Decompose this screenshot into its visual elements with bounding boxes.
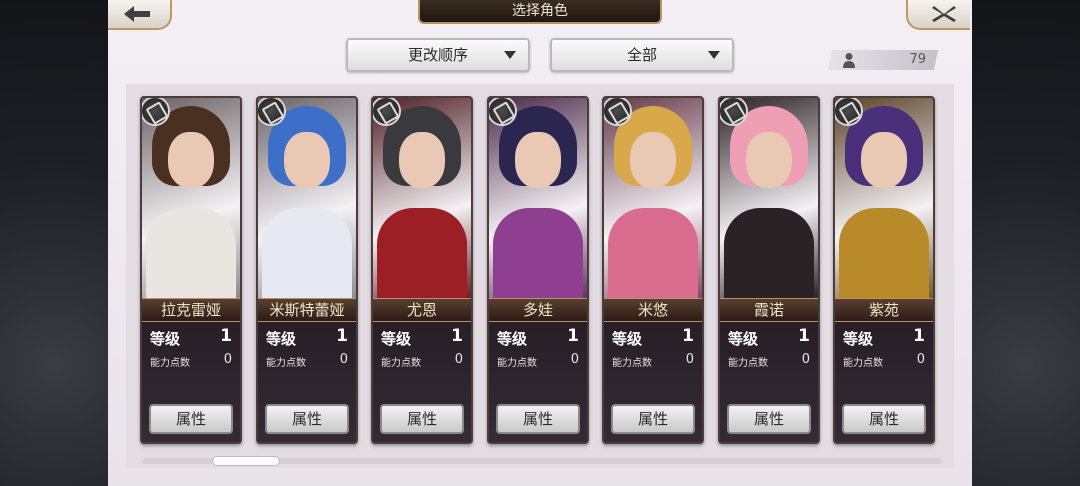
character-card[interactable]: 拉克雷娅 等级 1 能力点数 0 属性 xyxy=(140,96,242,444)
attributes-button[interactable]: 属性 xyxy=(265,404,349,434)
ability-points-label: 能力点数 xyxy=(497,358,537,369)
level-value: 1 xyxy=(913,326,925,346)
level-value: 1 xyxy=(682,326,694,346)
weapon-type-icon xyxy=(489,98,517,126)
back-arrow-icon xyxy=(124,6,150,22)
sort-order-label: 更改顺序 xyxy=(407,46,468,64)
ability-points-value: 0 xyxy=(801,352,810,367)
background-left xyxy=(0,0,110,486)
character-name: 米悠 xyxy=(604,298,702,322)
filter-dropdown[interactable]: 全部 xyxy=(550,38,734,72)
character-portrait xyxy=(835,98,933,298)
character-card[interactable]: 米斯特蕾娅 等级 1 能力点数 0 属性 xyxy=(256,96,358,444)
character-stats: 等级 1 能力点数 0 属性 xyxy=(489,322,587,442)
attributes-button[interactable]: 属性 xyxy=(727,404,811,434)
character-portrait xyxy=(489,98,587,298)
weapon-type-icon xyxy=(142,98,170,126)
level-label: 等级 xyxy=(266,330,297,348)
back-button[interactable] xyxy=(108,0,172,30)
character-name: 多娃 xyxy=(489,298,587,322)
character-stats: 等级 1 能力点数 0 属性 xyxy=(835,322,933,442)
close-button[interactable] xyxy=(906,0,970,30)
level-value: 1 xyxy=(336,326,348,346)
ability-points-label: 能力点数 xyxy=(612,358,652,369)
character-name: 紫苑 xyxy=(835,298,933,322)
weapon-type-icon xyxy=(258,98,286,126)
ability-points-label: 能力点数 xyxy=(266,358,306,369)
attributes-button[interactable]: 属性 xyxy=(611,404,695,434)
level-label: 等级 xyxy=(612,330,643,348)
chevron-down-icon xyxy=(504,51,516,59)
level-label: 等级 xyxy=(843,330,874,348)
attributes-button[interactable]: 属性 xyxy=(496,404,580,434)
character-portrait xyxy=(604,98,702,298)
character-card[interactable]: 米悠 等级 1 能力点数 0 属性 xyxy=(602,96,704,444)
character-portrait xyxy=(142,98,240,298)
ability-points-label: 能力点数 xyxy=(728,358,768,369)
ability-points-label: 能力点数 xyxy=(843,358,883,369)
character-stats: 等级 1 能力点数 0 属性 xyxy=(720,322,818,442)
character-name: 拉克雷娅 xyxy=(142,298,240,322)
attributes-button[interactable]: 属性 xyxy=(842,404,926,434)
level-label: 等级 xyxy=(150,330,181,348)
character-portrait xyxy=(720,98,818,298)
ability-points-value: 0 xyxy=(454,352,463,367)
character-portrait xyxy=(373,98,471,298)
character-card[interactable]: 尤恩 等级 1 能力点数 0 属性 xyxy=(371,96,473,444)
attributes-button[interactable]: 属性 xyxy=(380,404,464,434)
weapon-type-icon xyxy=(604,98,632,126)
close-icon xyxy=(932,6,956,22)
background-right xyxy=(970,0,1080,486)
character-name: 霞诺 xyxy=(720,298,818,322)
ability-points-value: 0 xyxy=(685,352,694,367)
character-stats: 等级 1 能力点数 0 属性 xyxy=(258,322,356,442)
scrollbar-thumb[interactable] xyxy=(212,456,280,466)
level-value: 1 xyxy=(798,326,810,346)
weapon-type-icon xyxy=(720,98,748,126)
filter-label: 全部 xyxy=(626,46,657,64)
level-value: 1 xyxy=(220,326,232,346)
level-label: 等级 xyxy=(728,330,759,348)
level-label: 等级 xyxy=(497,330,528,348)
ability-points-value: 0 xyxy=(339,352,348,367)
character-stats: 等级 1 能力点数 0 属性 xyxy=(604,322,702,442)
character-card[interactable]: 多娃 等级 1 能力点数 0 属性 xyxy=(487,96,589,444)
ability-points-label: 能力点数 xyxy=(381,358,421,369)
attributes-button[interactable]: 属性 xyxy=(149,404,233,434)
ability-points-label: 能力点数 xyxy=(150,358,190,369)
page-title: 选择角色 xyxy=(418,0,662,24)
character-card[interactable]: 紫苑 等级 1 能力点数 0 属性 xyxy=(833,96,935,444)
level-label: 等级 xyxy=(381,330,412,348)
chevron-down-icon xyxy=(708,51,720,59)
person-icon xyxy=(843,53,855,68)
ability-points-value: 0 xyxy=(916,352,925,367)
level-value: 1 xyxy=(567,326,579,346)
character-stats: 等级 1 能力点数 0 属性 xyxy=(142,322,240,442)
character-name: 米斯特蕾娅 xyxy=(258,298,356,322)
weapon-type-icon xyxy=(835,98,863,126)
ability-points-value: 0 xyxy=(223,352,232,367)
character-count: 79 xyxy=(909,52,926,67)
weapon-type-icon xyxy=(373,98,401,126)
sort-order-dropdown[interactable]: 更改顺序 xyxy=(346,38,530,72)
level-value: 1 xyxy=(451,326,463,346)
character-stats: 等级 1 能力点数 0 属性 xyxy=(373,322,471,442)
ability-points-value: 0 xyxy=(570,352,579,367)
character-card[interactable]: 霞诺 等级 1 能力点数 0 属性 xyxy=(718,96,820,444)
character-portrait xyxy=(258,98,356,298)
character-name: 尤恩 xyxy=(373,298,471,322)
